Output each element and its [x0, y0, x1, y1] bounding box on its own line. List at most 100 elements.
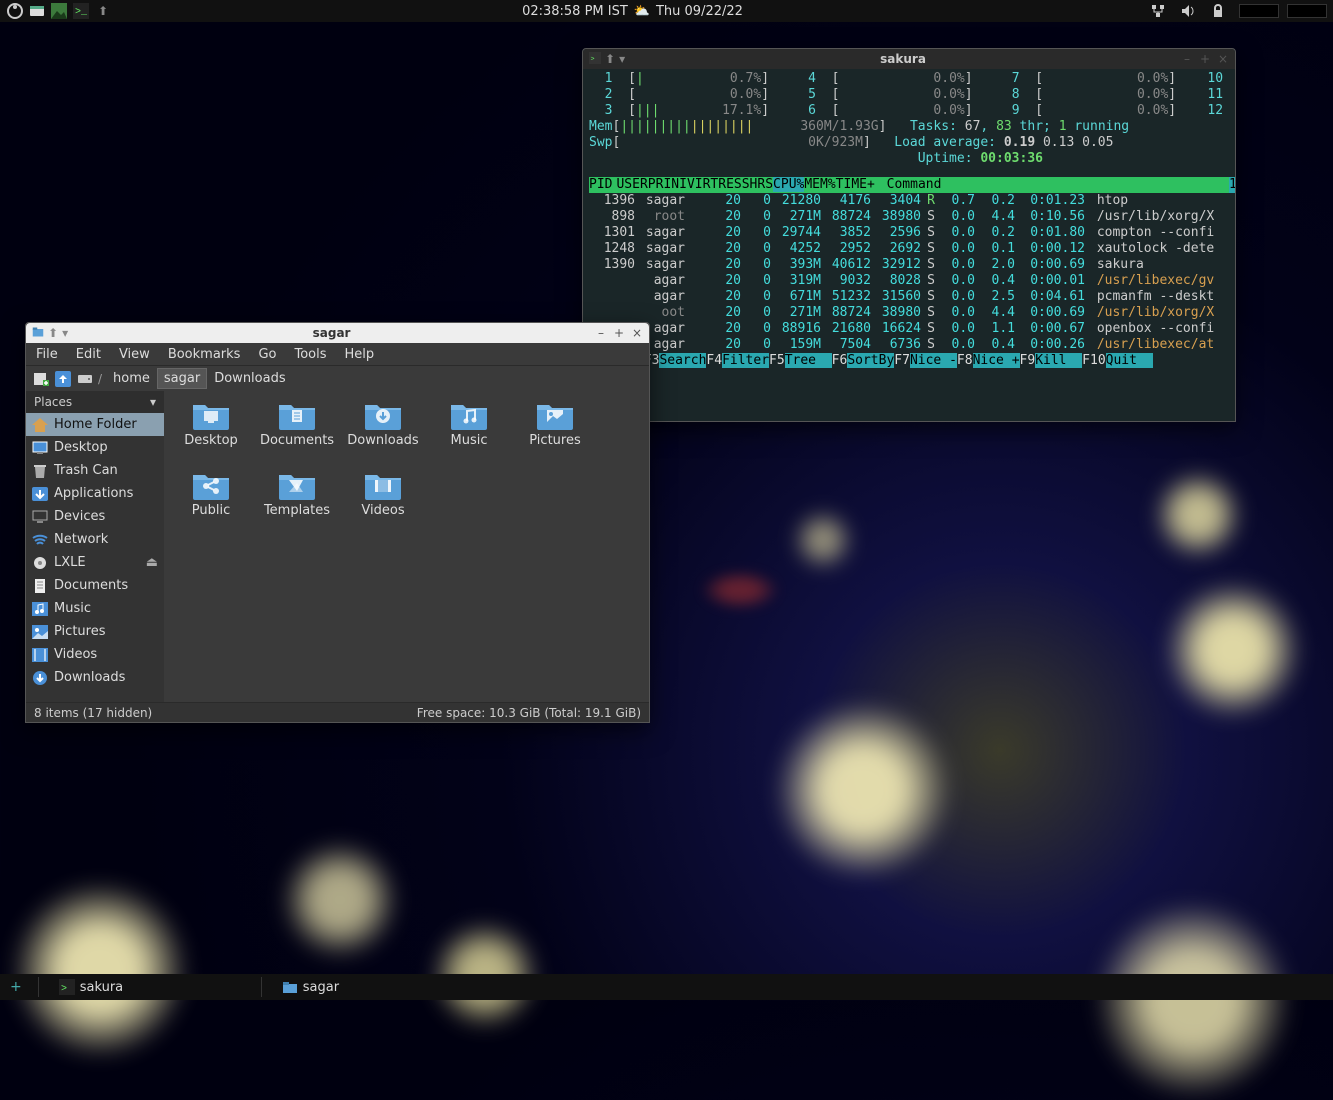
bg-blob	[773, 700, 953, 880]
pic-icon	[32, 625, 48, 639]
menu-file[interactable]: File	[36, 347, 58, 362]
folder-music[interactable]: Music	[426, 399, 512, 469]
folder-icon	[191, 469, 231, 501]
folder-label: Videos	[361, 503, 404, 518]
filemanager-app-icon	[32, 326, 44, 341]
sidebar-item-label: Documents	[54, 578, 128, 593]
sidebar-item-applications[interactable]: Applications	[26, 482, 164, 505]
wallpaper-launcher-icon[interactable]	[50, 2, 68, 20]
folder-label: Pictures	[529, 433, 580, 448]
sidebar-item-downloads[interactable]: Downloads	[26, 666, 164, 689]
window-close-button[interactable]: ×	[1217, 53, 1229, 65]
new-tab-icon[interactable]	[32, 370, 50, 388]
status-free-space: Free space: 10.3 GiB (Total: 19.1 GiB)	[417, 706, 641, 720]
path-segment[interactable]: home	[106, 368, 157, 389]
dl-icon	[32, 671, 48, 685]
sidebar-item-videos[interactable]: Videos	[26, 643, 164, 666]
top-panel: >_ ⬆ 02:38:58 PM IST ⛅ Thu 09/22/22	[0, 0, 1333, 22]
show-desktop-button[interactable]: +	[6, 979, 26, 995]
sidebar-item-home-folder[interactable]: Home Folder	[26, 413, 164, 436]
sidebar-item-devices[interactable]: Devices	[26, 505, 164, 528]
volume-tray-icon[interactable]	[1179, 2, 1197, 20]
sidebar-item-trash-can[interactable]: Trash Can	[26, 459, 164, 482]
bg-blob	[1163, 580, 1303, 720]
sidebar-item-network[interactable]: Network	[26, 528, 164, 551]
terminal-body[interactable]: 1 [| 0.7%] 4 [ 0.0%] 7 [ 0.0%] 10 [|| 1.…	[583, 69, 1235, 371]
menu-tools[interactable]: Tools	[294, 347, 326, 362]
filemanager-menubar: File Edit View Bookmarks Go Tools Help	[26, 343, 649, 365]
sidebar-item-label: Trash Can	[54, 463, 118, 478]
nav-up-icon[interactable]	[54, 370, 72, 388]
terminal-titlebar[interactable]: > ⬆ ▾ sakura – + ×	[583, 49, 1235, 69]
taskbar-item-sakura[interactable]: > sakura	[51, 976, 251, 998]
menu-go[interactable]: Go	[258, 347, 276, 362]
sidebar-item-label: Desktop	[54, 440, 108, 455]
sidebar-header[interactable]: Places▾	[26, 391, 164, 413]
drive-root-icon[interactable]	[76, 370, 94, 388]
folder-icon	[277, 399, 317, 431]
folder-icon	[363, 399, 403, 431]
sidebar-item-desktop[interactable]: Desktop	[26, 436, 164, 459]
folder-label: Templates	[264, 503, 330, 518]
folder-label: Documents	[260, 433, 334, 448]
window-pin-icon[interactable]: ⬆	[48, 326, 58, 340]
folder-icon	[191, 399, 231, 431]
folder-label: Public	[192, 503, 230, 518]
folder-public[interactable]: Public	[168, 469, 254, 539]
window-min-button[interactable]: –	[1181, 53, 1193, 65]
sidebar-item-label: LXLE	[54, 555, 86, 570]
folder-desktop[interactable]: Desktop	[168, 399, 254, 469]
terminal-task-icon: >	[59, 979, 75, 995]
filemanager-iconview[interactable]: Desktop Documents DownloadsMusic Pictures Pu…	[164, 391, 649, 702]
sidebar-item-documents[interactable]: Documents	[26, 574, 164, 597]
filemanager-launcher-icon[interactable]	[28, 2, 46, 20]
path-sep: /	[98, 372, 102, 386]
filemanager-statusbar: 8 items (17 hidden) Free space: 10.3 GiB…	[26, 702, 649, 722]
bg-blob	[1093, 900, 1293, 1100]
sidebar-item-lxle[interactable]: LXLE ⏏	[26, 551, 164, 574]
path-segment[interactable]: Downloads	[207, 368, 292, 389]
update-arrow-icon[interactable]: ⬆	[94, 2, 112, 20]
sidebar-item-label: Devices	[54, 509, 105, 524]
folder-pictures[interactable]: Pictures	[512, 399, 598, 469]
folder-documents[interactable]: Documents	[254, 399, 340, 469]
app-menu-icon[interactable]	[6, 2, 24, 20]
panel-separator	[38, 977, 39, 997]
window-max-button[interactable]: +	[1199, 53, 1211, 65]
sidebar-item-pictures[interactable]: Pictures	[26, 620, 164, 643]
filemanager-titlebar[interactable]: ⬆ ▾ sagar – + ×	[26, 323, 649, 343]
status-item-count: 8 items (17 hidden)	[34, 706, 152, 720]
panel-separator	[261, 977, 262, 997]
network-tray-icon[interactable]	[1149, 2, 1167, 20]
window-min-button[interactable]: –	[595, 327, 607, 339]
weather-icon[interactable]: ⛅	[634, 4, 650, 19]
folder-templates[interactable]: Templates	[254, 469, 340, 539]
bottom-panel: + > sakura sagar	[0, 974, 1333, 1000]
bg-blob	[280, 840, 400, 960]
folder-task-icon	[282, 979, 298, 995]
window-max-button[interactable]: +	[613, 327, 625, 339]
dropdown-icon[interactable]: ▾	[150, 395, 156, 409]
desktop-icon	[32, 441, 48, 455]
menu-view[interactable]: View	[119, 347, 150, 362]
folder-downloads[interactable]: Downloads	[340, 399, 426, 469]
window-pin-icon[interactable]: ⬆	[605, 52, 615, 66]
taskbar-item-filemanager[interactable]: sagar	[274, 976, 474, 998]
folder-videos[interactable]: Videos	[340, 469, 426, 539]
menu-edit[interactable]: Edit	[76, 347, 101, 362]
filemanager-path: homesagarDownloads	[106, 371, 293, 386]
menu-bookmarks[interactable]: Bookmarks	[168, 347, 241, 362]
lock-tray-icon[interactable]	[1209, 2, 1227, 20]
terminal-title: sakura	[625, 52, 1181, 66]
screen-icon	[32, 510, 48, 524]
bg-blob	[10, 880, 190, 1060]
menu-help[interactable]: Help	[345, 347, 375, 362]
terminal-launcher-icon[interactable]: >_	[72, 2, 90, 20]
eject-icon[interactable]: ⏏	[146, 555, 158, 570]
window-close-button[interactable]: ×	[631, 327, 643, 339]
tray-spacer	[1239, 4, 1279, 18]
sidebar-item-music[interactable]: Music	[26, 597, 164, 620]
tray-spacer	[1287, 4, 1327, 18]
path-segment[interactable]: sagar	[157, 368, 207, 389]
music-icon	[32, 602, 48, 616]
